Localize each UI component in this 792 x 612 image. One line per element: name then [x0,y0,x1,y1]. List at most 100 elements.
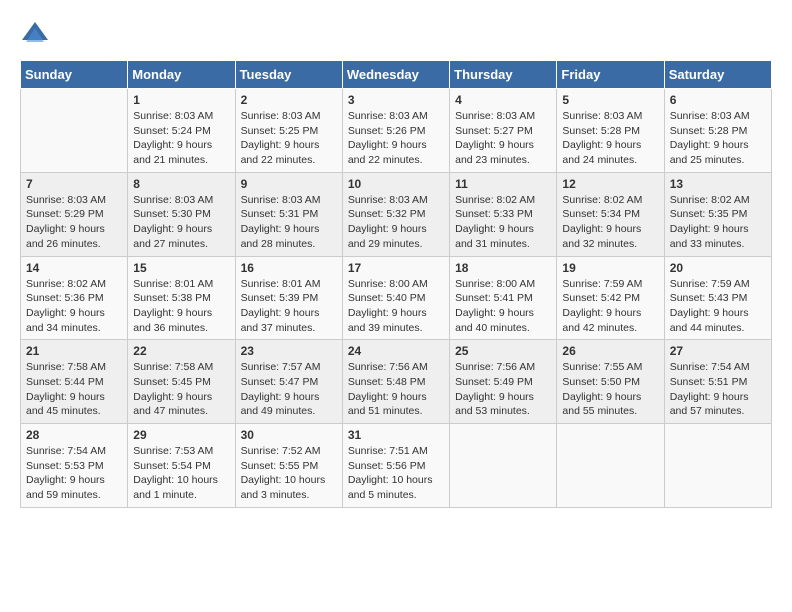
day-info: Sunrise: 8:03 AM Sunset: 5:30 PM Dayligh… [133,193,229,252]
day-number: 18 [455,261,551,275]
day-info: Sunrise: 7:59 AM Sunset: 5:43 PM Dayligh… [670,277,766,336]
day-info: Sunrise: 8:03 AM Sunset: 5:32 PM Dayligh… [348,193,444,252]
day-number: 31 [348,428,444,442]
day-info: Sunrise: 8:02 AM Sunset: 5:35 PM Dayligh… [670,193,766,252]
day-number: 10 [348,177,444,191]
day-number: 6 [670,93,766,107]
day-number: 16 [241,261,337,275]
calendar-cell: 21Sunrise: 7:58 AM Sunset: 5:44 PM Dayli… [21,340,128,424]
day-number: 21 [26,344,122,358]
calendar-cell: 5 Sunrise: 8:03 AM Sunset: 5:28 PM Daylig… [557,89,664,173]
day-info: Sunrise: 8:01 AM Sunset: 5:39 PM Dayligh… [241,277,337,336]
day-header-wednesday: Wednesday [342,61,449,89]
calendar-cell: 30Sunrise: 7:52 AM Sunset: 5:55 PM Dayli… [235,424,342,508]
day-info: Sunrise: 8:00 AM Sunset: 5:40 PM Dayligh… [348,277,444,336]
day-number: 3 [348,93,444,107]
calendar-cell: 6 Sunrise: 8:03 AM Sunset: 5:28 PM Daylig… [664,89,771,173]
calendar-cell: 13 Sunrise: 8:02 AM Sunset: 5:35 PM Dayli… [664,172,771,256]
day-info: Sunrise: 7:55 AM Sunset: 5:50 PM Dayligh… [562,360,658,419]
day-number: 20 [670,261,766,275]
day-info: Sunrise: 8:03 AM Sunset: 5:29 PM Dayligh… [26,193,122,252]
calendar-cell: 26 Sunrise: 7:55 AM Sunset: 5:50 PM Dayli… [557,340,664,424]
day-info: Sunrise: 7:56 AM Sunset: 5:49 PM Dayligh… [455,360,551,419]
week-row-0: 1Sunrise: 8:03 AM Sunset: 5:24 PM Daylig… [21,89,772,173]
calendar-cell: 29 Sunrise: 7:53 AM Sunset: 5:54 PM Dayli… [128,424,235,508]
day-header-tuesday: Tuesday [235,61,342,89]
calendar-cell: 28 Sunrise: 7:54 AM Sunset: 5:53 PM Dayli… [21,424,128,508]
day-number: 11 [455,177,551,191]
calendar-cell [21,89,128,173]
day-info: Sunrise: 8:03 AM Sunset: 5:31 PM Dayligh… [241,193,337,252]
day-header-saturday: Saturday [664,61,771,89]
day-header-sunday: Sunday [21,61,128,89]
day-info: Sunrise: 7:53 AM Sunset: 5:54 PM Dayligh… [133,444,229,503]
day-info: Sunrise: 8:03 AM Sunset: 5:25 PM Dayligh… [241,109,337,168]
day-info: Sunrise: 8:01 AM Sunset: 5:38 PM Dayligh… [133,277,229,336]
day-number: 4 [455,93,551,107]
calendar-cell [450,424,557,508]
calendar-cell: 16 Sunrise: 8:01 AM Sunset: 5:39 PM Dayli… [235,256,342,340]
week-row-4: 28 Sunrise: 7:54 AM Sunset: 5:53 PM Dayli… [21,424,772,508]
calendar-cell: 27 Sunrise: 7:54 AM Sunset: 5:51 PM Dayli… [664,340,771,424]
header-row: SundayMondayTuesdayWednesdayThursdayFrid… [21,61,772,89]
day-number: 14 [26,261,122,275]
day-info: Sunrise: 8:02 AM Sunset: 5:36 PM Dayligh… [26,277,122,336]
day-number: 2 [241,93,337,107]
calendar-table: SundayMondayTuesdayWednesdayThursdayFrid… [20,60,772,508]
day-number: 7 [26,177,122,191]
calendar-cell: 19 Sunrise: 7:59 AM Sunset: 5:42 PM Dayli… [557,256,664,340]
calendar-cell [664,424,771,508]
calendar-cell: 18 Sunrise: 8:00 AM Sunset: 5:41 PM Dayli… [450,256,557,340]
day-info: Sunrise: 8:00 AM Sunset: 5:41 PM Dayligh… [455,277,551,336]
calendar-cell: 7 Sunrise: 8:03 AM Sunset: 5:29 PM Daylig… [21,172,128,256]
day-info: Sunrise: 8:03 AM Sunset: 5:27 PM Dayligh… [455,109,551,168]
week-row-1: 7 Sunrise: 8:03 AM Sunset: 5:29 PM Daylig… [21,172,772,256]
day-number: 24 [348,344,444,358]
day-number: 19 [562,261,658,275]
day-info: Sunrise: 7:57 AM Sunset: 5:47 PM Dayligh… [241,360,337,419]
logo-icon [20,20,50,50]
calendar-cell: 8 Sunrise: 8:03 AM Sunset: 5:30 PM Daylig… [128,172,235,256]
day-number: 25 [455,344,551,358]
calendar-cell: 17 Sunrise: 8:00 AM Sunset: 5:40 PM Dayli… [342,256,449,340]
calendar-cell: 23Sunrise: 7:57 AM Sunset: 5:47 PM Dayli… [235,340,342,424]
day-number: 8 [133,177,229,191]
day-info: Sunrise: 7:59 AM Sunset: 5:42 PM Dayligh… [562,277,658,336]
day-header-friday: Friday [557,61,664,89]
calendar-cell: 20 Sunrise: 7:59 AM Sunset: 5:43 PM Dayli… [664,256,771,340]
day-info: Sunrise: 7:56 AM Sunset: 5:48 PM Dayligh… [348,360,444,419]
day-number: 13 [670,177,766,191]
day-number: 17 [348,261,444,275]
calendar-cell: 1Sunrise: 8:03 AM Sunset: 5:24 PM Daylig… [128,89,235,173]
calendar-cell: 15 Sunrise: 8:01 AM Sunset: 5:38 PM Dayli… [128,256,235,340]
day-info: Sunrise: 7:54 AM Sunset: 5:53 PM Dayligh… [26,444,122,503]
calendar-cell: 25 Sunrise: 7:56 AM Sunset: 5:49 PM Dayli… [450,340,557,424]
day-number: 12 [562,177,658,191]
day-header-thursday: Thursday [450,61,557,89]
calendar-cell: 14 Sunrise: 8:02 AM Sunset: 5:36 PM Dayli… [21,256,128,340]
day-number: 15 [133,261,229,275]
calendar-cell [557,424,664,508]
day-number: 30 [241,428,337,442]
day-info: Sunrise: 8:03 AM Sunset: 5:28 PM Dayligh… [670,109,766,168]
day-number: 5 [562,93,658,107]
calendar-cell: 10 Sunrise: 8:03 AM Sunset: 5:32 PM Dayli… [342,172,449,256]
calendar-cell: 11Sunrise: 8:02 AM Sunset: 5:33 PM Dayli… [450,172,557,256]
calendar-cell: 2 Sunrise: 8:03 AM Sunset: 5:25 PM Daylig… [235,89,342,173]
calendar-cell: 3 Sunrise: 8:03 AM Sunset: 5:26 PM Daylig… [342,89,449,173]
day-number: 1 [133,93,229,107]
day-info: Sunrise: 7:54 AM Sunset: 5:51 PM Dayligh… [670,360,766,419]
day-info: Sunrise: 7:51 AM Sunset: 5:56 PM Dayligh… [348,444,444,503]
calendar-cell: 12Sunrise: 8:02 AM Sunset: 5:34 PM Dayli… [557,172,664,256]
day-number: 27 [670,344,766,358]
day-number: 29 [133,428,229,442]
day-info: Sunrise: 8:03 AM Sunset: 5:28 PM Dayligh… [562,109,658,168]
day-number: 28 [26,428,122,442]
logo [20,20,54,50]
day-number: 26 [562,344,658,358]
calendar-cell: 9Sunrise: 8:03 AM Sunset: 5:31 PM Daylig… [235,172,342,256]
calendar-cell: 4 Sunrise: 8:03 AM Sunset: 5:27 PM Daylig… [450,89,557,173]
day-info: Sunrise: 8:03 AM Sunset: 5:26 PM Dayligh… [348,109,444,168]
calendar-cell: 22Sunrise: 7:58 AM Sunset: 5:45 PM Dayli… [128,340,235,424]
week-row-3: 21Sunrise: 7:58 AM Sunset: 5:44 PM Dayli… [21,340,772,424]
